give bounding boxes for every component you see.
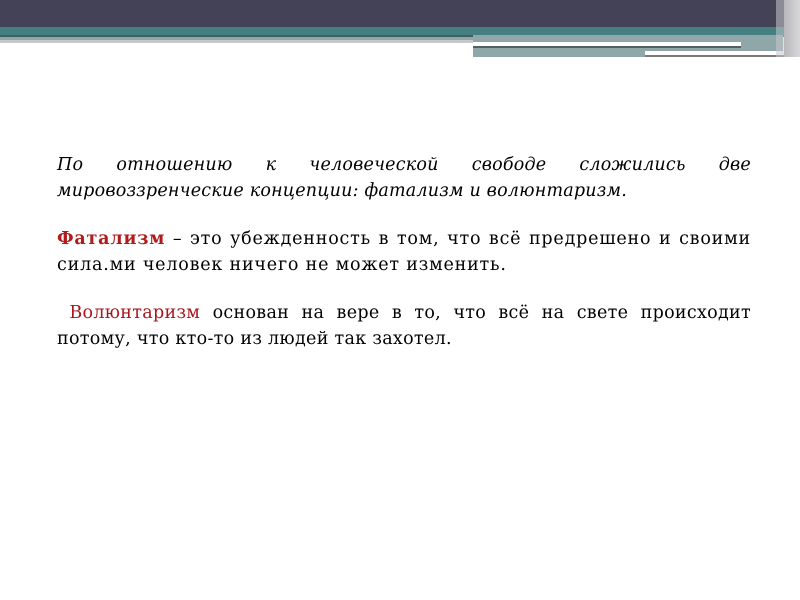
header-bar bbox=[0, 0, 800, 27]
fatalism-term: Фатализм bbox=[57, 229, 166, 249]
slide-body: По отношению к человеческой свободе слож… bbox=[57, 152, 751, 374]
header-grey-line-far-right bbox=[645, 55, 785, 57]
intro-text: По отношению к человеческой свободе слож… bbox=[57, 155, 751, 201]
header-accent-stripe bbox=[0, 27, 800, 35]
voluntarism-paragraph: Волюнтаризм основан на вере в то, что вс… bbox=[57, 300, 751, 352]
fatalism-paragraph: Фатализм – это убежденность в том, что в… bbox=[57, 226, 751, 278]
header-light-stripe-left bbox=[0, 40, 473, 43]
header-right-edge bbox=[784, 0, 800, 57]
header-right-edge-fade bbox=[776, 0, 784, 57]
intro-paragraph: По отношению к человеческой свободе слож… bbox=[57, 152, 751, 204]
header-dark-line-right bbox=[473, 46, 741, 48]
voluntarism-term: Волюнтаризм bbox=[69, 303, 201, 323]
